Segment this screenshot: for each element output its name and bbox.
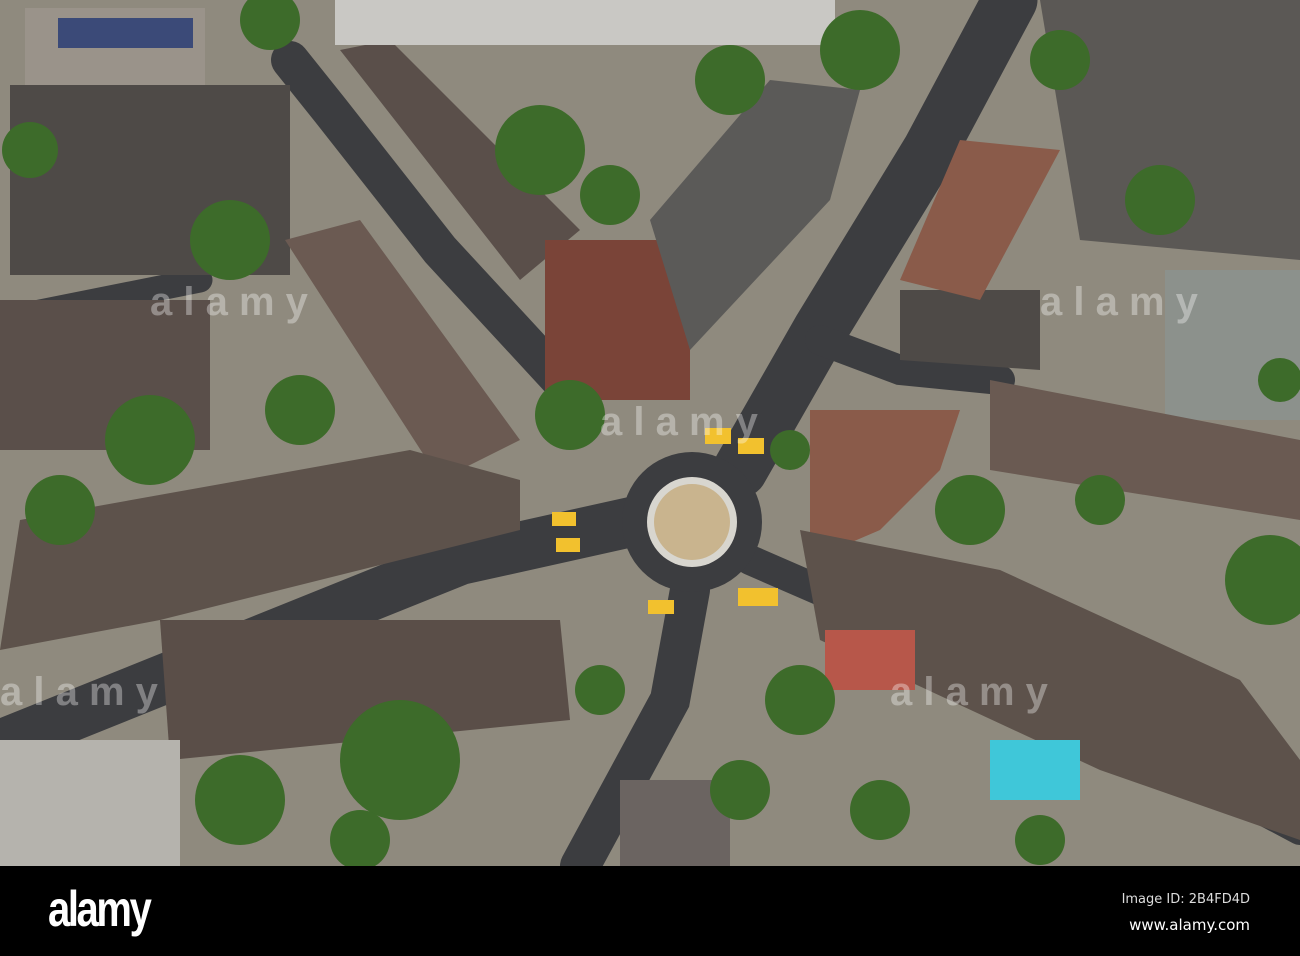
roundabout-island [654, 484, 730, 560]
site-url[interactable]: www.alamy.com [1129, 916, 1250, 934]
alamy-logo[interactable]: alamy [48, 880, 152, 938]
aerial-photo [0, 0, 1300, 866]
footer-bar: alamy Image ID: 2B4FD4D www.alamy.com [0, 866, 1300, 956]
image-id: Image ID: 2B4FD4D [1121, 892, 1250, 907]
